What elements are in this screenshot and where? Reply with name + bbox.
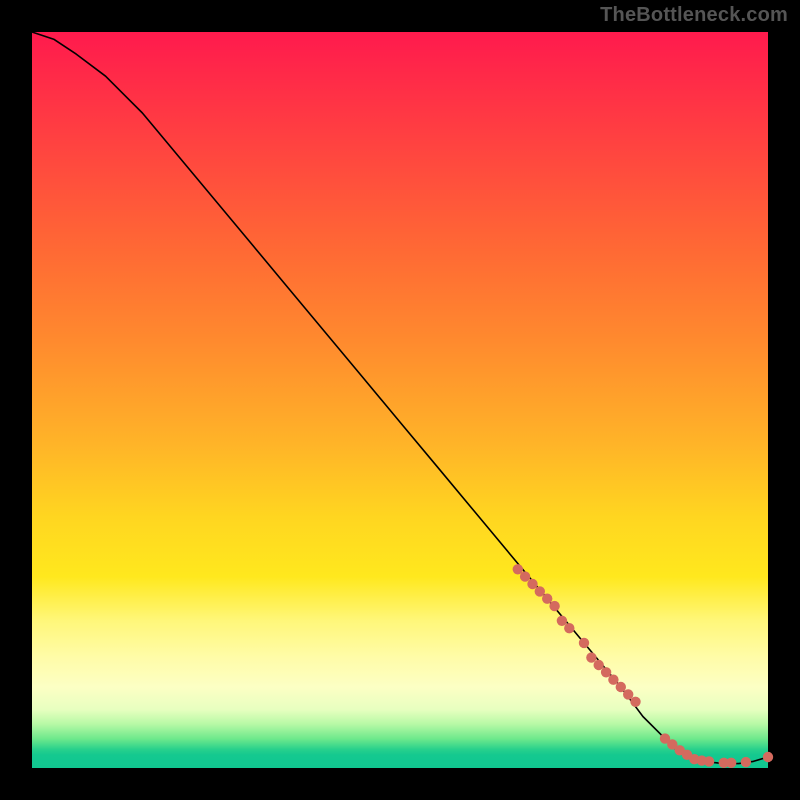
marker-dot (608, 675, 618, 685)
marker-dot (586, 652, 596, 662)
chart-svg (32, 32, 768, 768)
marker-dot (535, 586, 545, 596)
marker-dot (741, 757, 751, 767)
marker-dot (763, 752, 773, 762)
marker-dot (549, 601, 559, 611)
marker-dot (564, 623, 574, 633)
chart-frame: TheBottleneck.com (0, 0, 800, 800)
highlight-markers (513, 564, 774, 768)
marker-dot (542, 594, 552, 604)
marker-dot (616, 682, 626, 692)
marker-dot (579, 638, 589, 648)
marker-dot (601, 667, 611, 677)
plot-area (32, 32, 768, 768)
marker-dot (527, 579, 537, 589)
marker-dot (520, 571, 530, 581)
marker-dot (704, 756, 714, 766)
marker-dot (630, 697, 640, 707)
marker-dot (557, 616, 567, 626)
marker-dot (594, 660, 604, 670)
watermark-text: TheBottleneck.com (600, 4, 788, 27)
marker-dot (726, 758, 736, 768)
marker-dot (623, 689, 633, 699)
bottleneck-curve (32, 32, 768, 764)
